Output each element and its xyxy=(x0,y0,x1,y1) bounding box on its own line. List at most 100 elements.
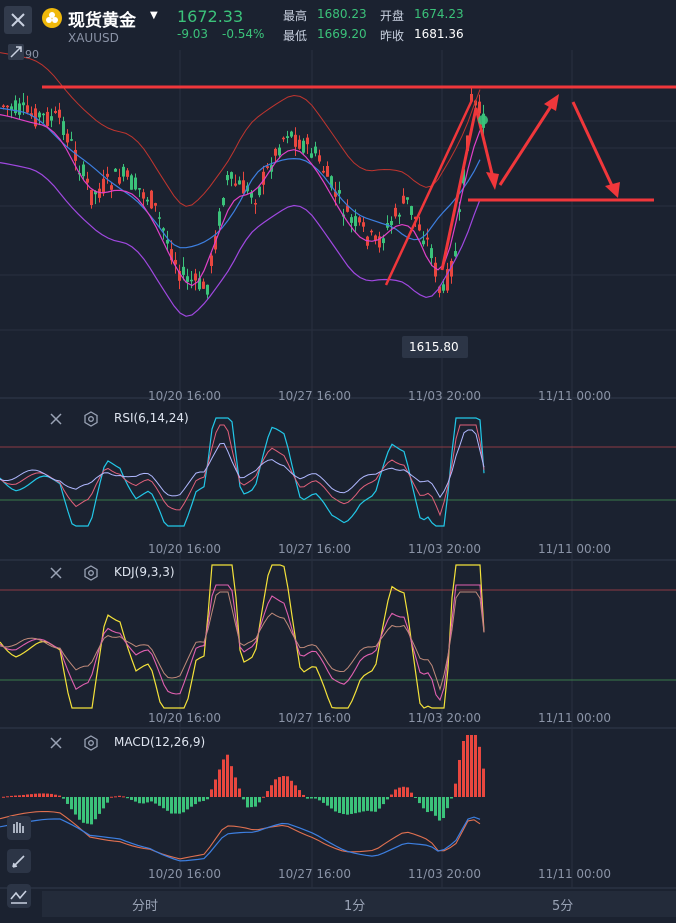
candle-body xyxy=(398,214,401,217)
macd-bar xyxy=(350,797,353,814)
candle-body xyxy=(230,172,233,179)
macd-bar xyxy=(10,795,13,797)
candle-body xyxy=(118,177,121,184)
instrument-title[interactable]: 现货黄金 xyxy=(68,6,136,31)
macd-bar xyxy=(190,797,193,807)
candle-body xyxy=(146,199,149,202)
arrow-head xyxy=(486,172,499,190)
candle-body xyxy=(310,153,313,158)
chevron-down-icon[interactable]: ▼ xyxy=(150,10,158,21)
macd-bar xyxy=(22,794,25,797)
candle-body xyxy=(326,166,329,177)
macd-bar xyxy=(58,795,61,797)
macd-bar xyxy=(282,776,285,797)
candle-body xyxy=(266,166,269,168)
macd-bar xyxy=(302,794,305,797)
candle-body xyxy=(54,110,57,113)
tab-1min[interactable]: 1分 xyxy=(344,895,365,914)
macd-bar xyxy=(270,785,273,797)
settings-icon[interactable] xyxy=(83,565,99,581)
forecast-arrow-down xyxy=(571,101,616,191)
candle-body xyxy=(22,102,25,106)
candle-body xyxy=(46,111,49,127)
time-axis-label: 10/27 16:00 xyxy=(278,867,351,881)
candle-body xyxy=(142,192,145,199)
instrument-symbol: XAUUSD xyxy=(68,31,119,45)
kdj-lines xyxy=(0,564,676,709)
rsi-panel-header: RSI(6,14,24) xyxy=(48,411,189,431)
pencil-icon[interactable] xyxy=(6,848,32,874)
macd-bar xyxy=(330,797,333,809)
macd-bar xyxy=(166,797,169,811)
close-icon[interactable] xyxy=(48,411,64,427)
candle-body xyxy=(226,175,229,181)
macd-bar xyxy=(38,793,41,797)
macd-dif-line xyxy=(0,810,481,860)
candle-body xyxy=(106,173,109,177)
candle-body xyxy=(370,230,373,233)
macd-bar xyxy=(30,794,33,797)
macd-bar xyxy=(310,797,313,799)
candle-body xyxy=(182,266,185,275)
macd-bar xyxy=(406,787,409,797)
open-value: 1674.23 xyxy=(414,7,464,21)
forecast-arrow-up xyxy=(498,99,557,186)
candle-body xyxy=(86,178,89,183)
macd-bar xyxy=(458,759,461,797)
macd-bar xyxy=(78,797,81,820)
candle-body xyxy=(290,131,293,137)
candle-body xyxy=(74,149,77,161)
settings-icon[interactable] xyxy=(83,735,99,751)
macd-bar xyxy=(434,797,437,816)
candle-body xyxy=(202,281,205,289)
rsi-title: RSI(6,14,24) xyxy=(114,411,189,425)
macd-bar xyxy=(70,797,73,810)
candle-body xyxy=(6,105,9,108)
tab-timeshare[interactable]: 分时 xyxy=(132,895,158,914)
candle-body xyxy=(190,279,193,282)
trend-annotations xyxy=(42,85,676,286)
expand-icon[interactable] xyxy=(8,44,24,60)
current-price-dot xyxy=(478,115,488,125)
macd-bar xyxy=(410,792,413,797)
prev-close-label: 昨收 xyxy=(380,29,405,43)
macd-bar xyxy=(426,797,429,813)
gesture-icon[interactable] xyxy=(6,815,32,841)
chart-canvas[interactable]: 10/20 16:00 10/27 16:00 11/03 20:00 11/11 0… xyxy=(0,0,676,923)
open-label: 开盘 xyxy=(380,9,405,23)
time-axis-label: 10/20 16:00 xyxy=(148,867,221,881)
macd-bar xyxy=(462,740,465,797)
close-icon[interactable] xyxy=(48,735,64,751)
candle-body xyxy=(238,180,241,185)
time-axis-label: 11/11 00:00 xyxy=(538,389,611,403)
candle-body xyxy=(354,216,357,227)
macd-bar xyxy=(362,797,365,812)
macd-bar xyxy=(142,797,145,804)
macd-bar xyxy=(174,797,177,814)
macd-bar xyxy=(62,797,65,799)
close-button[interactable] xyxy=(4,6,32,34)
candle-body xyxy=(454,251,457,257)
high-label: 最高 xyxy=(283,9,308,23)
macd-bar xyxy=(138,797,141,804)
macd-bar xyxy=(438,797,441,821)
kdj-d-line xyxy=(0,584,485,702)
tab-5min[interactable]: 5分 xyxy=(552,895,573,914)
candle-body xyxy=(422,240,425,245)
macd-bar xyxy=(366,797,369,811)
candle-body xyxy=(254,203,257,205)
arrow-head xyxy=(544,94,559,111)
candle-body xyxy=(382,238,385,244)
macd-bar xyxy=(238,788,241,797)
macd-bar xyxy=(470,735,473,797)
macd-dea-line xyxy=(0,816,481,862)
settings-icon[interactable] xyxy=(83,411,99,427)
candle-body xyxy=(282,137,285,140)
candle-body xyxy=(426,237,429,240)
close-icon[interactable] xyxy=(48,565,64,581)
macd-bar xyxy=(294,785,297,797)
indicator-icon[interactable] xyxy=(6,883,32,909)
candle-body xyxy=(306,137,309,145)
candle-body xyxy=(222,198,225,206)
time-axis-label: 10/27 16:00 xyxy=(278,542,351,556)
